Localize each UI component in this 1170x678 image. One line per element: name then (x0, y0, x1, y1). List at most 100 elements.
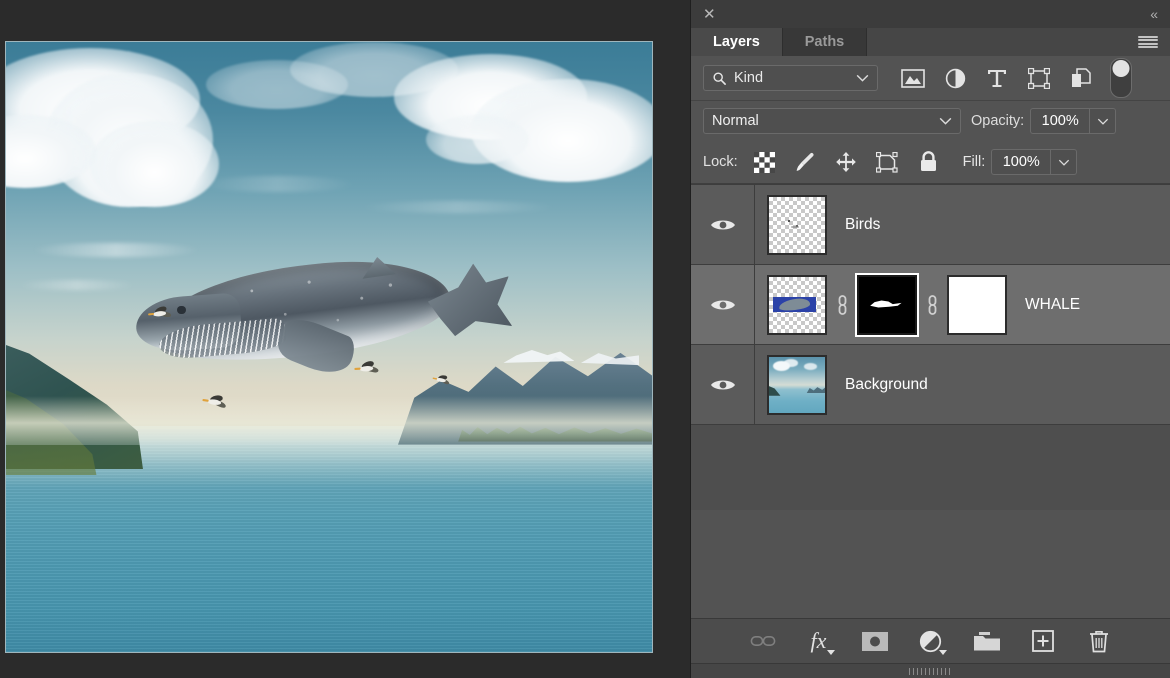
delete-layer-button[interactable] (1084, 626, 1114, 656)
new-adjustment-layer-button[interactable] (916, 626, 946, 656)
chevron-down-icon (827, 650, 835, 655)
add-layer-mask-button[interactable] (860, 626, 890, 656)
opacity-label: Opacity: (971, 113, 1024, 129)
fill-label: Fill: (963, 154, 986, 170)
layer-visibility-toggle[interactable] (691, 185, 755, 264)
type-layer-filter-icon[interactable] (976, 63, 1018, 93)
layer-thumbnails (755, 275, 1007, 335)
filter-enable-toggle[interactable] (1110, 58, 1132, 98)
layer-name[interactable]: Birds (845, 216, 880, 234)
lock-position-icon[interactable] (826, 148, 867, 176)
new-layer-button[interactable] (1028, 626, 1058, 656)
tabbar-filler (867, 28, 1170, 56)
photoshop-window: ✕ « Layers Paths Kind (0, 0, 1170, 678)
layer-list-empty-area[interactable] (691, 425, 1170, 510)
panel-titlebar: ✕ « (691, 0, 1170, 28)
layer-style-button[interactable]: fx (804, 626, 834, 656)
lock-row: Lock: (691, 141, 1170, 184)
pixel-layer-filter-icon[interactable] (892, 63, 934, 93)
lock-label: Lock: (703, 154, 738, 170)
chevron-down-icon (939, 650, 947, 655)
chevron-down-icon (939, 117, 952, 125)
mask-link-icon[interactable] (917, 294, 947, 316)
panel-resize-grip[interactable] (691, 663, 1170, 678)
layer-list[interactable]: Birds (691, 184, 1170, 510)
panel-menu-icon[interactable] (1138, 36, 1158, 49)
fill-input[interactable]: 100% (991, 149, 1051, 175)
filter-kind-label: Kind (734, 70, 856, 86)
layer-action-buttons: fx (691, 619, 1170, 663)
lock-image-pixels-icon[interactable] (785, 148, 826, 176)
cloud (426, 115, 529, 164)
eye-icon (710, 217, 736, 233)
panel-body: Kind (691, 56, 1170, 510)
search-icon (712, 71, 727, 86)
eye-icon (710, 377, 736, 393)
layer-visibility-toggle[interactable] (691, 345, 755, 424)
link-icon (750, 633, 776, 649)
panel-bottom-toolbar: fx (691, 618, 1170, 678)
table-row[interactable]: Background (691, 345, 1170, 425)
chevron-down-icon (1058, 159, 1070, 166)
lock-transparent-pixels-icon[interactable] (744, 148, 785, 176)
adjustment-layer-filter-icon[interactable] (934, 63, 976, 93)
layer-name[interactable]: Background (845, 376, 928, 394)
background-photo-thumbnail[interactable] (767, 355, 827, 415)
layer-visibility-toggle[interactable] (691, 265, 755, 344)
plus-square-icon (1032, 630, 1054, 652)
atmospheric-haze (6, 396, 652, 445)
filter-kind-dropdown[interactable]: Kind (703, 65, 878, 91)
fx-icon: fx (811, 630, 827, 652)
cloud (90, 121, 219, 206)
grip-lines-icon (909, 668, 953, 675)
blend-mode-row: Normal Opacity: 100% (691, 101, 1170, 141)
cloud-wisp (200, 176, 355, 192)
layer-thumbnails (755, 195, 827, 255)
collapse-panel-icon[interactable]: « (1150, 6, 1156, 22)
folder-icon (973, 631, 1001, 652)
transparent-content-thumbnail[interactable] (767, 195, 827, 255)
fill-stepper[interactable] (1051, 149, 1077, 175)
tab-paths[interactable]: Paths (783, 28, 868, 56)
close-icon[interactable]: ✕ (703, 7, 716, 22)
opacity-stepper[interactable] (1090, 108, 1116, 134)
toggle-knob (1113, 60, 1130, 77)
filter-row: Kind (691, 56, 1170, 101)
layers-panel: ✕ « Layers Paths Kind (690, 0, 1170, 678)
panel-tabbar: Layers Paths (691, 28, 1170, 56)
layer-mask-thumbnail[interactable] (857, 275, 917, 335)
cloud-wisp (361, 201, 555, 213)
table-row[interactable]: Birds (691, 185, 1170, 265)
layer-thumbnails (755, 355, 827, 415)
opacity-input[interactable]: 100% (1030, 108, 1090, 134)
chevron-down-icon (1097, 118, 1109, 125)
smart-object-filter-icon[interactable] (1060, 63, 1102, 93)
layer-name[interactable]: WHALE (1025, 296, 1080, 314)
link-layers-button[interactable] (748, 626, 778, 656)
cloud-wisp (19, 280, 135, 290)
trash-icon (1088, 630, 1110, 653)
whale-content-thumbnail[interactable] (767, 275, 827, 335)
filter-type-icons (892, 58, 1132, 98)
new-group-button[interactable] (972, 626, 1002, 656)
lock-icons (744, 148, 949, 176)
document-image[interactable] (5, 41, 653, 653)
tab-layers[interactable]: Layers (691, 28, 783, 56)
document-canvas-area[interactable] (0, 0, 690, 678)
shape-layer-filter-icon[interactable] (1018, 63, 1060, 93)
table-row[interactable]: WHALE (691, 265, 1170, 345)
mask-link-icon[interactable] (827, 294, 857, 316)
flying-bird (357, 361, 381, 375)
whale-barnacle-spots (204, 269, 444, 342)
lock-artboard-nesting-icon[interactable] (867, 148, 908, 176)
add-mask-icon (861, 631, 889, 652)
chevron-down-icon (856, 74, 869, 82)
eye-icon (710, 297, 736, 313)
lock-all-icon[interactable] (908, 148, 949, 176)
whale-eye (177, 306, 185, 315)
vector-mask-thumbnail[interactable] (947, 275, 1007, 335)
flying-whale (129, 249, 504, 371)
flying-bird (205, 394, 230, 410)
blend-mode-dropdown[interactable]: Normal (703, 108, 961, 134)
blend-mode-value: Normal (712, 113, 939, 129)
